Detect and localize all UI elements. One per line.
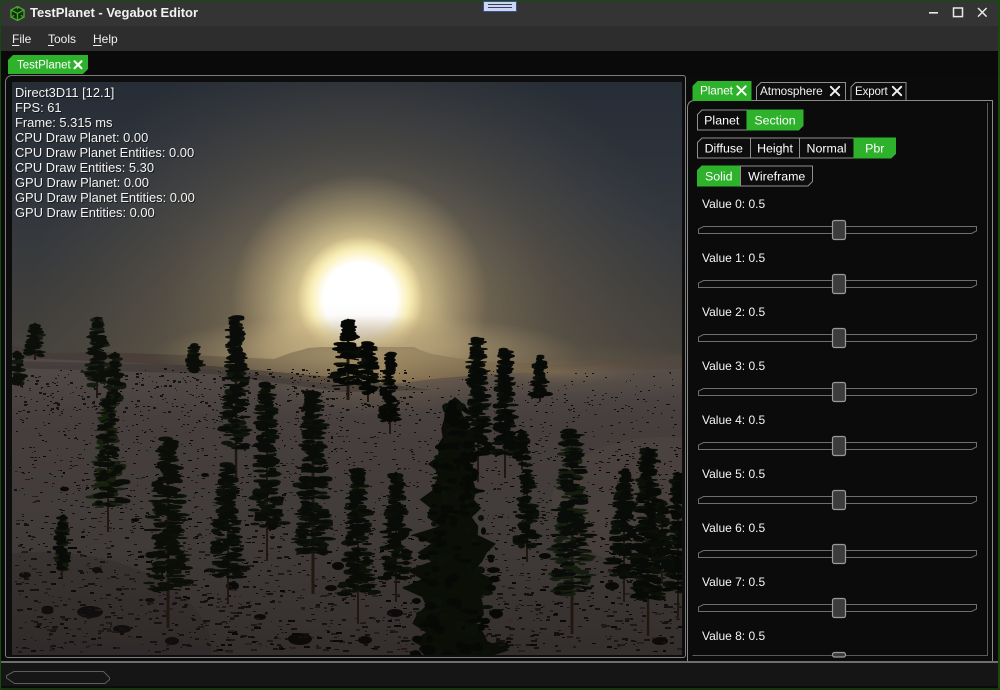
svg-text:Value 4: 0.5: Value 4: 0.5 (702, 413, 765, 427)
svg-text:Export: Export (855, 86, 889, 98)
svg-text:Atmosphere: Atmosphere (760, 84, 823, 98)
svg-text:Value 7: 0.5: Value 7: 0.5 (702, 575, 765, 589)
svg-text:Planet: Planet (704, 113, 740, 127)
svg-text:Height: Height (757, 141, 793, 155)
svg-text:Normal: Normal (807, 141, 847, 155)
svg-text:Solid: Solid (705, 169, 733, 183)
svg-text:Section: Section (754, 113, 795, 127)
svg-text:Planet: Planet (700, 84, 734, 98)
svg-text:Value 8: 0.5: Value 8: 0.5 (702, 629, 765, 643)
svg-text:Pbr: Pbr (865, 141, 884, 155)
svg-text:Value 2: 0.5: Value 2: 0.5 (702, 305, 765, 319)
svg-text:Value 3: 0.5: Value 3: 0.5 (702, 359, 765, 373)
svg-text:Diffuse: Diffuse (705, 141, 743, 155)
svg-text:Value 6: 0.5: Value 6: 0.5 (702, 521, 765, 535)
svg-text:Wireframe: Wireframe (748, 169, 805, 183)
svg-text:Value 1: 0.5: Value 1: 0.5 (702, 251, 765, 265)
svg-text:Value 5: 0.5: Value 5: 0.5 (702, 467, 765, 481)
svg-text:Value 0: 0.5: Value 0: 0.5 (702, 197, 765, 211)
